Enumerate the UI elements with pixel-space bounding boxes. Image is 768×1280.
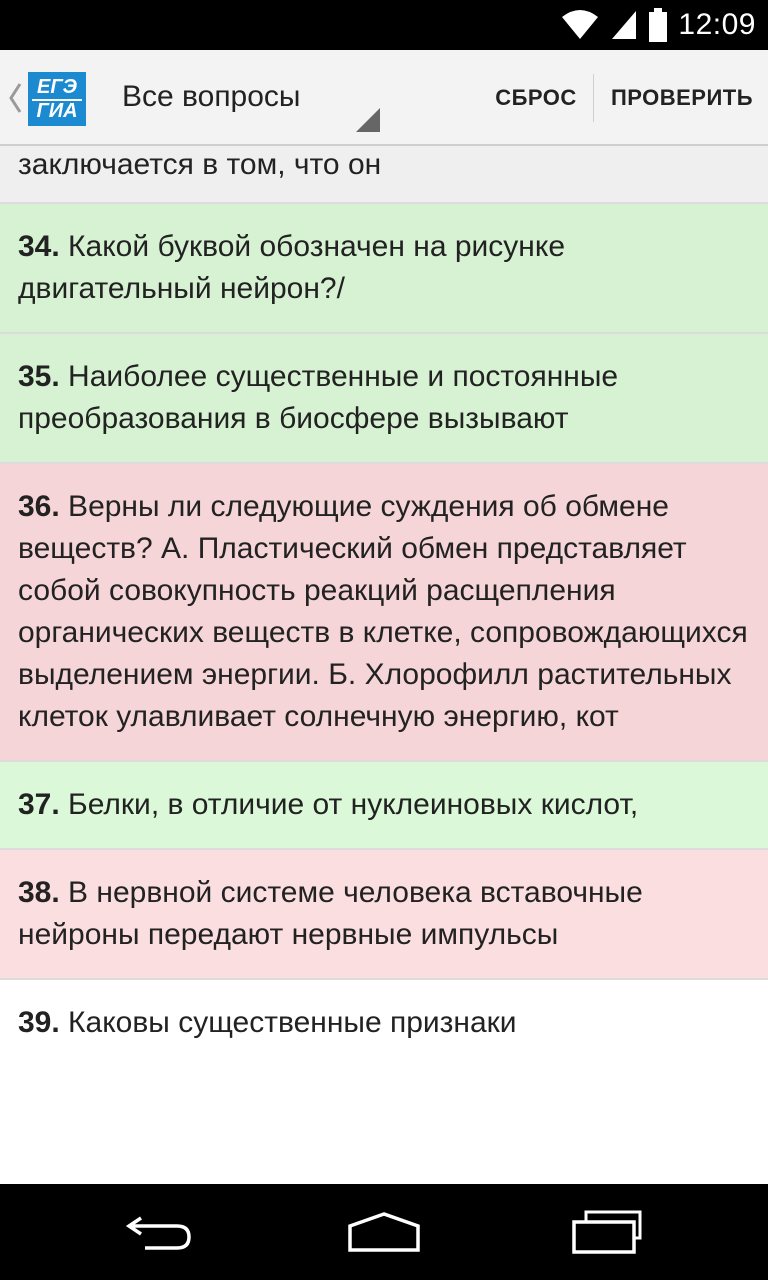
question-item[interactable]: 34. Какой буквой обозначен на рисунке дв… xyxy=(0,204,768,334)
app-logo[interactable]: ЕГЭ ГИА xyxy=(28,72,86,126)
question-number: 38. xyxy=(18,876,60,909)
question-text: заключается в том, что он xyxy=(18,148,382,181)
status-bar: 12:09 xyxy=(0,0,768,50)
question-list[interactable]: заключается в том, что он 34. Какой букв… xyxy=(0,146,768,1184)
navigation-bar xyxy=(0,1184,768,1280)
question-number: 34. xyxy=(18,230,60,263)
logo-top-text: ЕГЭ xyxy=(37,76,77,98)
battery-icon xyxy=(649,8,668,42)
question-text: В нервной системе человека вставочные не… xyxy=(18,876,643,951)
recents-icon xyxy=(572,1210,642,1254)
screen: 12:09 ЕГЭ ГИА Все вопросы СБРОС ПРОВЕРИТ… xyxy=(0,0,768,1280)
home-icon xyxy=(348,1212,420,1252)
question-text: Верны ли следующие суждения об обмене ве… xyxy=(18,490,748,733)
up-caret-icon[interactable] xyxy=(6,80,24,116)
question-item[interactable]: 39. Каковы существенные признаки xyxy=(0,980,768,1066)
status-icons: 12:09 xyxy=(560,0,756,50)
question-number: 35. xyxy=(18,360,60,393)
logo-bottom-text: ГИА xyxy=(36,100,78,122)
question-item[interactable]: 37. Белки, в отличие от нуклеиновых кисл… xyxy=(0,762,768,850)
question-item[interactable]: 36. Верны ли следующие суждения об обмен… xyxy=(0,464,768,762)
action-divider xyxy=(593,74,594,122)
reset-button[interactable]: СБРОС xyxy=(480,50,592,146)
filter-spinner-label: Все вопросы xyxy=(122,80,301,113)
signal-icon xyxy=(612,11,637,39)
question-number: 39. xyxy=(18,1006,60,1039)
question-item[interactable]: 35. Наиболее существенные и постоянные п… xyxy=(0,334,768,464)
question-item[interactable]: 38. В нервной системе человека вставочны… xyxy=(0,850,768,980)
question-text: Наиболее существенные и постоянные преоб… xyxy=(18,360,619,435)
wifi-icon xyxy=(562,10,599,39)
question-item[interactable]: заключается в том, что он xyxy=(0,146,768,204)
back-icon xyxy=(125,1216,191,1250)
filter-spinner[interactable]: Все вопросы xyxy=(100,50,390,146)
question-number: 36. xyxy=(18,490,60,523)
question-text: Какой буквой обозначен на рисунке двигат… xyxy=(18,230,566,305)
question-number: 37. xyxy=(18,788,60,821)
home-button[interactable] xyxy=(304,1184,464,1280)
recents-button[interactable] xyxy=(528,1184,688,1280)
status-time: 12:09 xyxy=(678,8,756,41)
back-button[interactable] xyxy=(80,1184,240,1280)
question-text: Каковы существенные признаки xyxy=(59,1006,517,1039)
check-button[interactable]: ПРОВЕРИТЬ xyxy=(596,50,768,146)
question-text: Белки, в отличие от нуклеиновых кислот, xyxy=(59,788,639,821)
action-bar: ЕГЭ ГИА Все вопросы СБРОС ПРОВЕРИТЬ xyxy=(0,50,768,146)
dropdown-triangle-icon xyxy=(356,108,380,132)
